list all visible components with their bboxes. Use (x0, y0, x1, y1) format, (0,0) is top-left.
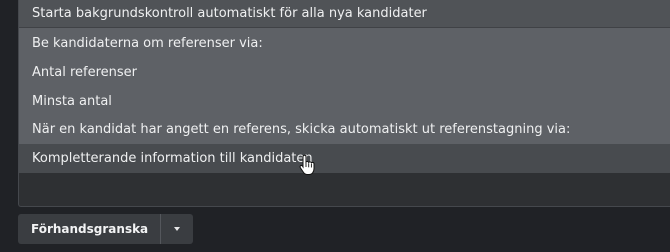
menu-item-request-references[interactable]: Be kandidaterna om referenser via: (19, 29, 670, 58)
menu-item-auto-send-reference-check[interactable]: När en kandidat har angett en referens, … (19, 115, 670, 144)
menu-item-auto-background-check[interactable]: Starta bakgrundskontroll automatiskt för… (19, 0, 670, 28)
chevron-down-icon (174, 227, 181, 231)
preview-button-group: Förhandsgranska (18, 214, 194, 244)
preview-button[interactable]: Förhandsgranska (18, 214, 161, 244)
preview-options-button[interactable] (161, 214, 194, 244)
menu-item-minimum-count[interactable]: Minsta antal (19, 87, 670, 116)
hand-pointer-icon (299, 154, 315, 175)
menu-item-additional-information[interactable]: Kompletterande information till kandidat… (19, 144, 670, 173)
menu-item-reference-count[interactable]: Antal referenser (19, 58, 670, 87)
dropdown-menu: Starta bakgrundskontroll automatiskt för… (19, 0, 670, 173)
